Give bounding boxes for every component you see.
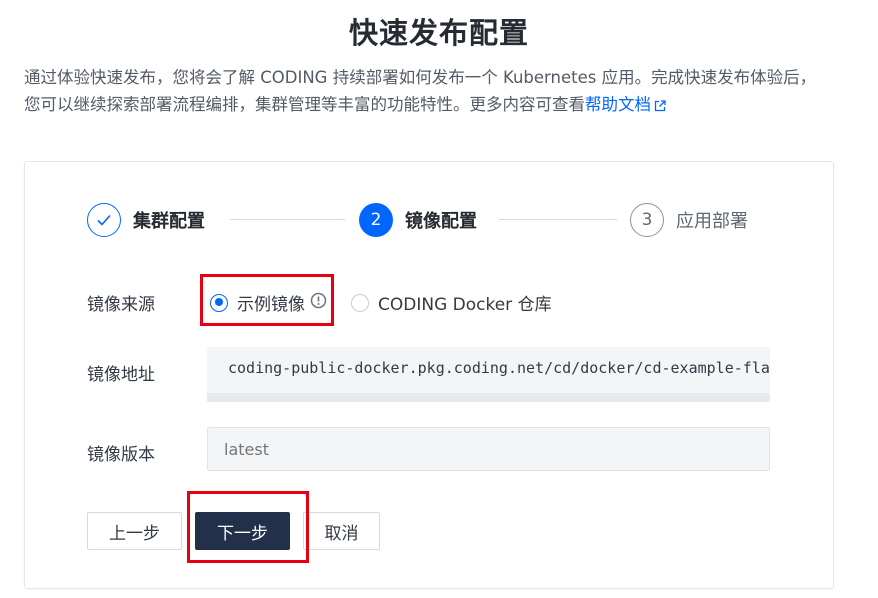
image-source-label: 镜像来源 — [87, 295, 155, 315]
config-card: 集群配置 2 镜像配置 3 应用部署 镜像来源 示例镜像 CODING Dock… — [24, 161, 834, 589]
highlight-box-sample-image — [200, 274, 334, 326]
image-version-label: 镜像版本 — [87, 445, 155, 465]
step-connector — [230, 219, 345, 220]
step-app-deploy: 3 应用部署 — [630, 202, 748, 238]
horizontal-scrollbar[interactable] — [207, 393, 770, 402]
intro-text: 通过体验快速发布，您将会了解 CODING 持续部署如何发布一个 Kuberne… — [24, 68, 817, 114]
step-connector — [499, 219, 617, 220]
image-version-input[interactable] — [224, 439, 769, 459]
step-number: 2 — [359, 203, 393, 237]
radio-button[interactable] — [351, 293, 369, 312]
page-title: 快速发布配置 — [348, 16, 529, 50]
help-doc-link[interactable]: 帮助文档 — [585, 95, 651, 114]
image-address-value: coding-public-docker.pkg.coding.net/cd/d… — [228, 359, 770, 377]
radio-coding-docker[interactable]: CODING Docker 仓库 — [351, 290, 552, 315]
check-icon — [87, 203, 121, 237]
step-image-config: 2 镜像配置 — [359, 202, 477, 238]
step-number: 3 — [630, 203, 664, 237]
highlight-box-next-step — [187, 491, 309, 563]
image-version-field[interactable] — [207, 427, 770, 471]
cancel-button[interactable]: 取消 — [303, 512, 380, 550]
image-address-label: 镜像地址 — [87, 365, 155, 385]
step-label: 应用部署 — [676, 211, 748, 232]
step-label: 镜像配置 — [405, 211, 477, 232]
external-link-icon — [654, 93, 666, 120]
step-cluster-config: 集群配置 — [87, 202, 205, 238]
step-label: 集群配置 — [133, 211, 205, 232]
radio-label: CODING Docker 仓库 — [378, 295, 552, 315]
prev-step-button[interactable]: 上一步 — [87, 512, 182, 550]
intro-paragraph: 通过体验快速发布，您将会了解 CODING 持续部署如何发布一个 Kuberne… — [24, 64, 824, 120]
